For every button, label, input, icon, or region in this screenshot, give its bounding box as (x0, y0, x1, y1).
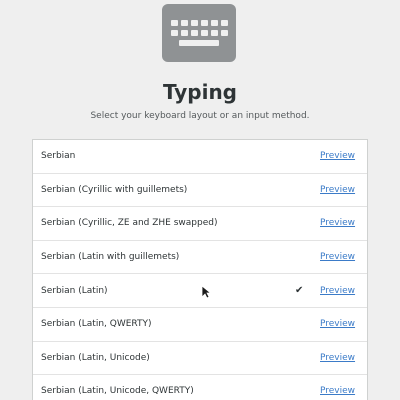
layout-label: Serbian (Cyrillic with guillemets) (41, 184, 188, 195)
layout-row[interactable]: Serbian Preview (33, 140, 367, 174)
page-title: Typing (162, 80, 238, 104)
layout-label: Serbian (Latin) (41, 285, 108, 296)
layout-label: Serbian (Latin with guillemets) (41, 252, 180, 263)
layout-label: Serbian (Latin, Unicode, QWERTY) (41, 386, 194, 397)
layout-label: Serbian (Latin, QWERTY) (41, 319, 152, 330)
preview-link[interactable]: Preview (320, 386, 355, 396)
preview-link[interactable]: Preview (320, 185, 355, 195)
layout-label: Serbian (Latin, Unicode) (41, 352, 150, 363)
layout-row[interactable]: Serbian (Cyrillic, ZE and ZHE swapped) P… (33, 207, 367, 241)
layout-label: Serbian (Cyrillic, ZE and ZHE swapped) (41, 218, 218, 229)
layout-label: Serbian (41, 151, 76, 162)
layout-row[interactable]: Serbian (Latin) ✔ Preview (33, 274, 367, 308)
layout-list: Serbian Preview Serbian (Cyrillic with g… (32, 139, 368, 400)
keyboard-icon (162, 4, 236, 62)
layout-row[interactable]: Serbian (Latin, QWERTY) Preview (33, 308, 367, 342)
preview-link[interactable]: Preview (320, 353, 355, 363)
layout-row[interactable]: Serbian (Latin, Unicode) Preview (33, 342, 367, 376)
selected-check-icon: ✔ (295, 285, 304, 297)
preview-link[interactable]: Preview (320, 286, 355, 296)
page-subtitle: Select your keyboard layout or an input … (90, 111, 310, 121)
layout-row[interactable]: Serbian (Latin, Unicode, QWERTY) Preview (33, 375, 367, 400)
layout-row[interactable]: Serbian (Cyrillic with guillemets) Previ… (33, 174, 367, 208)
preview-link[interactable]: Preview (320, 218, 355, 228)
preview-link[interactable]: Preview (320, 151, 355, 161)
preview-link[interactable]: Preview (320, 319, 355, 329)
layout-row[interactable]: Serbian (Latin with guillemets) Preview (33, 241, 367, 275)
preview-link[interactable]: Preview (320, 252, 355, 262)
mouse-pointer-icon (201, 285, 211, 299)
